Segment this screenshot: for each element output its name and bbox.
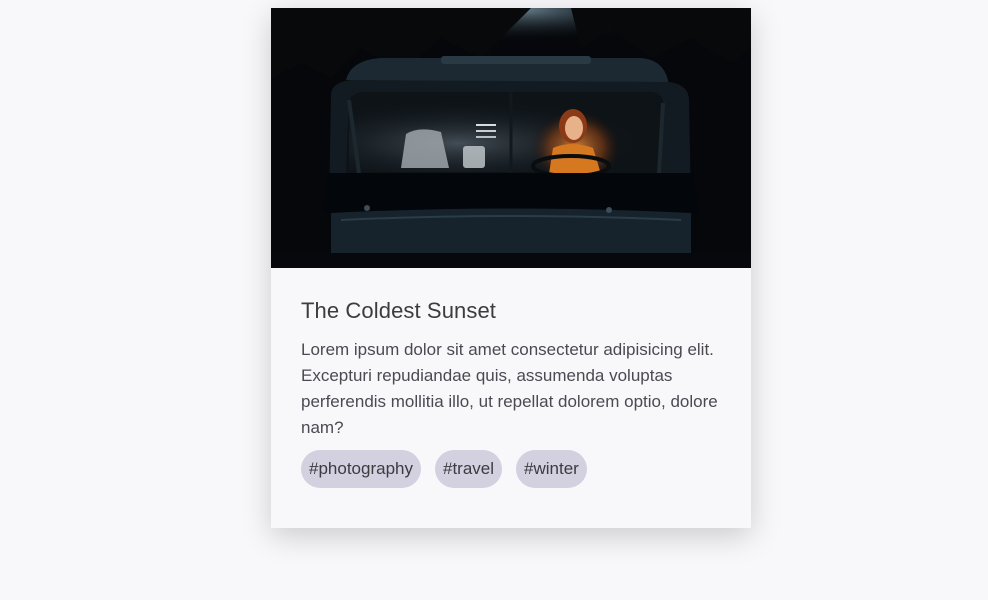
card-title: The Coldest Sunset — [301, 298, 497, 323]
car-night-photo — [271, 8, 751, 268]
card-body: The Coldest Sunset Lorem ipsum dolor sit… — [301, 298, 726, 489]
card: The Coldest Sunset Lorem ipsum dolor sit… — [271, 8, 751, 528]
tag-photography[interactable]: #photography — [301, 450, 421, 489]
tag-list: #photography #travel #winter — [301, 450, 726, 489]
card-image — [271, 8, 751, 268]
tag-winter[interactable]: #winter — [516, 450, 587, 489]
card-description: Lorem ipsum dolor sit amet consectetur a… — [301, 340, 718, 438]
tag-travel[interactable]: #travel — [434, 450, 503, 489]
